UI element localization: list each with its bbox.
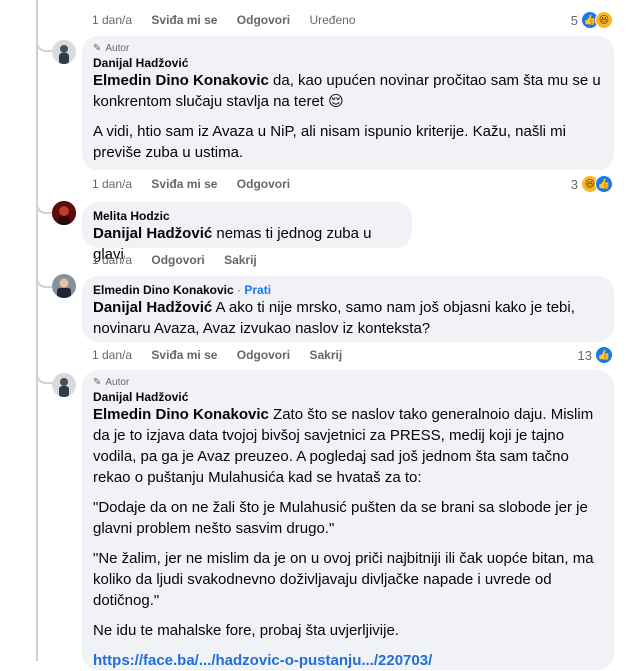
hide-button[interactable]: Sakrij [309,348,342,362]
comment-text: Ne idu te mahalske fore, probaj šta uvje… [93,622,399,639]
reply-connector [36,368,52,384]
emoji: 😌 [328,93,344,110]
quote-text: "Dodaje da on ne žali što je Mulahusić p… [93,499,588,537]
timestamp[interactable]: 1 dan/a [92,13,132,27]
thread-line [36,0,38,661]
comment-bubble: Melita Hodzic Danijal Hadžović nemas ti … [82,202,412,263]
reaction-summary[interactable]: 5 👍 😆 [571,11,613,29]
comment-bubble: ✎ Autor Danijal Hadžović Elmedin Dino Ko… [82,36,614,170]
like-button[interactable]: Sviđa mi se [151,13,217,27]
mention[interactable]: Elmedin Dino Konakovic [93,406,269,423]
mention[interactable]: Danijal Hadžović [93,299,212,316]
avatar[interactable] [52,201,76,225]
like-button[interactable]: Sviđa mi se [151,177,217,191]
timestamp[interactable]: 1 dan/a [92,253,132,267]
reaction-count: 13 [577,347,592,363]
like-reaction-icon: 👍 [595,346,613,364]
reply-connector [36,36,52,52]
mention[interactable]: Elmedin Dino Konakovic [93,72,269,89]
comment-author[interactable]: Danijal Hadžović [93,56,603,70]
comment-actions: 1 dan/a Odgovori Sakrij [92,253,273,267]
avatar[interactable] [52,40,76,64]
like-button[interactable]: Sviđa mi se [151,348,217,362]
reaction-summary[interactable]: 3 😆 👍 [571,175,613,193]
follow-button[interactable]: Prati [244,283,271,297]
reaction-summary[interactable]: 13 👍 [578,346,613,364]
avatar[interactable] [52,373,76,397]
timestamp[interactable]: 1 dan/a [92,348,132,362]
reaction-count: 5 [570,12,578,28]
author-badge: ✎ Autor [93,43,130,54]
author-badge: ✎ Autor [93,377,130,388]
edited-label: Uređeno [309,13,356,27]
reply-button[interactable]: Odgovori [237,13,290,27]
hide-button[interactable]: Sakrij [224,253,257,267]
timestamp[interactable]: 1 dan/a [92,177,132,191]
comment-bubble: Elmedin Dino Konakovic · Prati Danijal H… [82,276,614,342]
haha-reaction-icon: 😆 [595,11,613,29]
comment-author[interactable]: Danijal Hadžović [93,390,603,404]
reply-connector [36,272,52,288]
comment-text: Danijal Hadžović A ako ti nije mrsko, sa… [93,299,575,337]
reply-connector [36,198,52,214]
comment-bubble: ✎ Autor Danijal Hadžović Elmedin Dino Ko… [82,370,614,670]
comment-actions: 1 dan/a Sviđa mi se Odgovori [92,177,306,191]
comment-text: Elmedin Dino Konakovic Zato što se naslo… [93,406,594,486]
reaction-count: 3 [570,176,578,192]
comment-author-row: Elmedin Dino Konakovic · Prati [93,283,272,297]
pencil-icon: ✎ [93,43,102,54]
quote-text: "Ne žalim, jer ne mislim da je on u ovoj… [93,550,594,609]
comment-text: A vidi, htio sam iz Avaza u NiP, ali nis… [93,123,566,161]
reply-button[interactable]: Odgovori [151,253,204,267]
comment-text: Elmedin Dino Konakovic da, kao upućen no… [93,72,601,110]
reply-button[interactable]: Odgovori [237,177,290,191]
avatar[interactable] [52,274,76,298]
comment-actions: 1 dan/a Sviđa mi se Odgovori Sakrij [92,348,358,362]
comment-author[interactable]: Melita Hodzic [93,209,401,223]
reply-button[interactable]: Odgovori [237,348,290,362]
like-reaction-icon: 👍 [595,175,613,193]
comment-author[interactable]: Elmedin Dino Konakovic [93,283,234,297]
mention[interactable]: Danijal Hadžović [93,225,212,242]
comment-actions-top: 1 dan/a Sviđa mi se Odgovori Uređeno [92,13,372,27]
pencil-icon: ✎ [93,377,102,388]
